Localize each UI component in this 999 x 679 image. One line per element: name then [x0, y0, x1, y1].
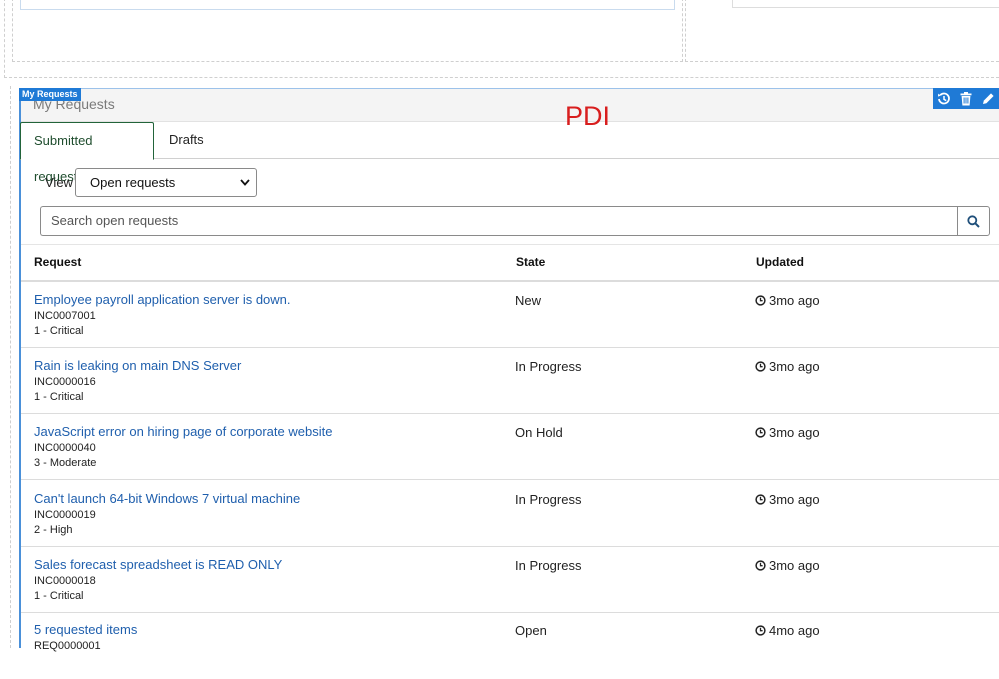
request-link[interactable]: JavaScript error on hiring page of corpo…	[34, 424, 332, 439]
request-state: In Progress	[515, 492, 582, 507]
history-button[interactable]	[933, 88, 955, 109]
updated-text: 3mo ago	[769, 425, 820, 440]
widget-header	[21, 89, 999, 122]
request-number: INC0000018	[34, 575, 96, 587]
table-row: Rain is leaking on main DNS Server INC00…	[21, 348, 999, 414]
view-label: View	[45, 175, 73, 190]
top-right-container	[685, 0, 999, 62]
tab-drafts[interactable]: Drafts	[156, 122, 217, 159]
history-icon	[938, 92, 950, 104]
table-row: 5 requested items REQ0000001 Open 4mo ag…	[21, 613, 999, 679]
column-header-updated[interactable]: Updated	[756, 255, 804, 269]
column-header-state[interactable]: State	[516, 255, 545, 269]
table-row: JavaScript error on hiring page of corpo…	[21, 414, 999, 480]
request-number: INC0000019	[34, 509, 96, 521]
request-number: INC0000040	[34, 442, 96, 454]
table-row: Sales forecast spreadsheet is READ ONLY …	[21, 547, 999, 613]
view-select-value: Open requests	[90, 175, 176, 190]
edit-button[interactable]	[977, 88, 999, 109]
request-state: In Progress	[515, 359, 582, 374]
pencil-icon	[982, 93, 994, 104]
search-button[interactable]	[957, 206, 990, 236]
top-left-widget-edge	[20, 0, 675, 10]
updated-text: 3mo ago	[769, 293, 820, 308]
request-updated: 4mo ago	[755, 623, 820, 638]
request-updated: 3mo ago	[755, 293, 820, 308]
updated-text: 3mo ago	[769, 492, 820, 507]
request-priority: 3 - Moderate	[34, 457, 97, 469]
request-updated: 3mo ago	[755, 492, 820, 507]
column-header-request[interactable]: Request	[34, 255, 81, 269]
view-select[interactable]: Open requests	[75, 168, 257, 197]
widget-toolbar	[933, 88, 999, 109]
request-priority: 1 - Critical	[34, 590, 84, 602]
request-state: On Hold	[515, 425, 563, 440]
request-link[interactable]: Can't launch 64-bit Windows 7 virtual ma…	[34, 491, 300, 506]
clock-icon	[755, 361, 766, 372]
clock-icon	[755, 625, 766, 636]
search-icon	[967, 214, 980, 228]
clock-icon	[755, 560, 766, 571]
request-state: In Progress	[515, 558, 582, 573]
request-updated: 3mo ago	[755, 425, 820, 440]
updated-text: 3mo ago	[769, 558, 820, 573]
top-right-widget-edge	[732, 0, 999, 8]
chevron-down-icon	[240, 179, 250, 186]
request-state: Open	[515, 623, 547, 638]
trash-icon	[960, 91, 972, 105]
table-row: Can't launch 64-bit Windows 7 virtual ma…	[21, 481, 999, 547]
top-placeholder-area	[0, 0, 999, 80]
request-link[interactable]: Employee payroll application server is d…	[34, 292, 291, 307]
tab-submitted-requests[interactable]: Submitted requests	[20, 122, 154, 184]
widget-tag: My Requests	[19, 88, 81, 101]
table-separator	[21, 244, 999, 245]
request-number: INC0007001	[34, 310, 96, 322]
request-updated: 3mo ago	[755, 558, 820, 573]
search-input[interactable]: Search open requests	[40, 206, 958, 236]
request-number: INC0000016	[34, 376, 96, 388]
request-priority: 1 - Critical	[34, 391, 84, 403]
request-number: REQ0000001	[34, 640, 101, 652]
request-link[interactable]: Rain is leaking on main DNS Server	[34, 358, 241, 373]
clock-icon	[755, 295, 766, 306]
request-updated: 3mo ago	[755, 359, 820, 374]
request-link[interactable]: Sales forecast spreadsheet is READ ONLY	[34, 557, 282, 572]
delete-button[interactable]	[955, 88, 977, 109]
updated-text: 3mo ago	[769, 359, 820, 374]
table-row: Employee payroll application server is d…	[21, 282, 999, 348]
request-tabs: Submitted requests Drafts	[20, 122, 999, 184]
request-priority: 1 - Critical	[34, 325, 84, 337]
clock-icon	[755, 427, 766, 438]
request-priority: 2 - High	[34, 524, 73, 536]
request-link[interactable]: 5 requested items	[34, 622, 137, 637]
request-state: New	[515, 293, 542, 308]
updated-text: 4mo ago	[769, 623, 820, 638]
clock-icon	[755, 494, 766, 505]
pdi-overlay-text: PDI	[565, 101, 611, 131]
